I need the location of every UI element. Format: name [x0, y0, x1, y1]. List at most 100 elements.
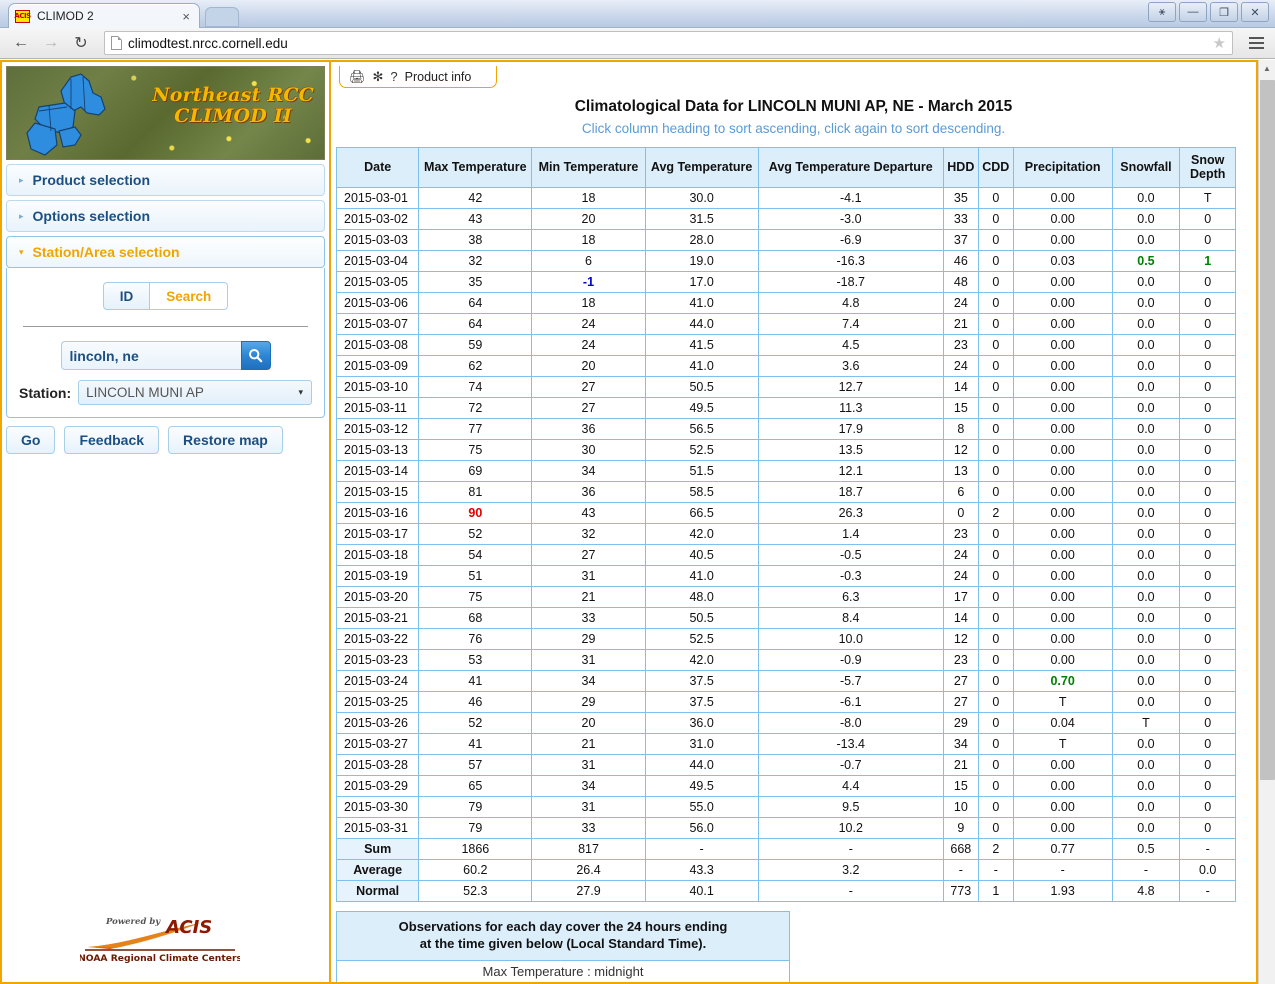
gear-icon[interactable]: ✻ — [373, 70, 384, 83]
table-cell: 49.5 — [645, 397, 758, 418]
table-cell: 0 — [978, 775, 1013, 796]
minimize-icon[interactable]: — — [1179, 2, 1207, 22]
column-header[interactable]: Min Temperature — [532, 148, 645, 188]
column-header[interactable]: Date — [337, 148, 419, 188]
page-title: Climatological Data for LINCOLN MUNI AP,… — [331, 98, 1256, 116]
search-input[interactable] — [61, 341, 241, 370]
summary-cell: 3.2 — [758, 859, 943, 880]
table-cell: 0.0 — [1112, 544, 1180, 565]
account-icon[interactable]: ⚹ — [1148, 2, 1176, 22]
column-header[interactable]: Avg Temperature Departure — [758, 148, 943, 188]
table-cell: 4.4 — [758, 775, 943, 796]
climatological-data-table: DateMax TemperatureMin TemperatureAvg Te… — [336, 147, 1236, 902]
table-cell: 0.5 — [1112, 250, 1180, 271]
table-cell: 0 — [978, 397, 1013, 418]
address-bar[interactable]: climodtest.nrcc.cornell.edu ★ — [104, 31, 1233, 55]
sidebar-item-station-area-selection[interactable]: ▾ Station/Area selection — [6, 236, 325, 268]
close-window-icon[interactable]: ✕ — [1241, 2, 1269, 22]
table-cell: 0 — [1180, 796, 1236, 817]
cell-date: 2015-03-06 — [337, 292, 419, 313]
table-cell: 10.2 — [758, 817, 943, 838]
cell-date: 2015-03-10 — [337, 376, 419, 397]
table-cell: 68 — [419, 607, 532, 628]
back-icon[interactable]: ← — [8, 30, 34, 56]
column-header[interactable]: Snow Depth — [1180, 148, 1236, 188]
table-row: 2015-03-07642444.07.42100.000.00 — [337, 313, 1236, 334]
table-cell: 18 — [532, 187, 645, 208]
table-cell: 27 — [532, 544, 645, 565]
column-header[interactable]: HDD — [943, 148, 978, 188]
table-cell: -6.1 — [758, 691, 943, 712]
table-cell: 23 — [943, 523, 978, 544]
cell-date: 2015-03-11 — [337, 397, 419, 418]
table-cell: 0 — [978, 292, 1013, 313]
scroll-up-icon[interactable]: ▲ — [1259, 60, 1275, 77]
restore-icon[interactable]: ❐ — [1210, 2, 1238, 22]
table-cell: 0.00 — [1013, 628, 1112, 649]
cell-date: 2015-03-30 — [337, 796, 419, 817]
table-cell: 0 — [1180, 208, 1236, 229]
column-header[interactable]: Avg Temperature — [645, 148, 758, 188]
reload-icon[interactable]: ↻ — [68, 30, 94, 56]
help-icon[interactable]: ? — [390, 70, 397, 83]
search-button[interactable] — [241, 341, 271, 370]
table-cell: 0 — [978, 418, 1013, 439]
summary-cell: 0.77 — [1013, 838, 1112, 859]
summary-cell: - — [758, 838, 943, 859]
print-icon[interactable]: 🖨 — [349, 70, 366, 83]
column-header[interactable]: Max Temperature — [419, 148, 532, 188]
tab-search[interactable]: Search — [150, 282, 228, 310]
browser-tab[interactable]: ACIS CLIMOD 2 × — [8, 3, 200, 28]
summary-cell: 43.3 — [645, 859, 758, 880]
table-cell: 0 — [1180, 712, 1236, 733]
cell-date: 2015-03-17 — [337, 523, 419, 544]
scrollbar-thumb[interactable] — [1260, 80, 1275, 780]
close-tab-icon[interactable]: × — [179, 9, 193, 24]
table-cell: 12.1 — [758, 460, 943, 481]
sidebar-item-product-selection[interactable]: ▸ Product selection — [6, 164, 325, 196]
cell-date: 2015-03-04 — [337, 250, 419, 271]
table-cell: 21 — [532, 586, 645, 607]
feedback-button[interactable]: Feedback — [64, 426, 159, 454]
sidebar-item-options-selection[interactable]: ▸ Options selection — [6, 200, 325, 232]
table-cell: 0.00 — [1013, 460, 1112, 481]
table-cell: 0 — [978, 355, 1013, 376]
table-cell: 44.0 — [645, 313, 758, 334]
table-cell: 31.5 — [645, 208, 758, 229]
station-select[interactable]: LINCOLN MUNI AP ▾ — [78, 380, 312, 405]
site-logo: Northeast RCC CLIMOD II — [6, 66, 325, 160]
table-cell: 34 — [532, 460, 645, 481]
column-header[interactable]: Precipitation — [1013, 148, 1112, 188]
summary-cell: - — [1180, 838, 1236, 859]
summary-cell: - — [978, 859, 1013, 880]
restore-map-button[interactable]: Restore map — [168, 426, 283, 454]
browser-menu-icon[interactable] — [1245, 37, 1267, 49]
cell-date: 2015-03-20 — [337, 586, 419, 607]
table-cell: 0 — [1180, 649, 1236, 670]
acis-logo: Powered by ACIS NOAA Regional Climate Ce… — [80, 911, 240, 968]
table-row: 2015-03-10742750.512.71400.000.00 — [337, 376, 1236, 397]
new-tab-button[interactable] — [205, 7, 239, 27]
summary-row: Average60.226.443.33.2----0.0 — [337, 859, 1236, 880]
forward-icon[interactable]: → — [38, 30, 64, 56]
vertical-scrollbar[interactable]: ▲ — [1258, 60, 1275, 984]
table-cell: 0.0 — [1112, 460, 1180, 481]
cell-date: 2015-03-07 — [337, 313, 419, 334]
table-row: 2015-03-08592441.54.52300.000.00 — [337, 334, 1236, 355]
table-cell: 48.0 — [645, 586, 758, 607]
table-cell: 37.5 — [645, 691, 758, 712]
acis-subtitle: NOAA Regional Climate Centers — [80, 953, 240, 963]
product-info-link[interactable]: Product info — [405, 70, 472, 84]
summary-cell: 52.3 — [419, 880, 532, 901]
tab-id[interactable]: ID — [103, 282, 151, 310]
table-cell: 10.0 — [758, 628, 943, 649]
table-cell: 20 — [532, 712, 645, 733]
cell-date: 2015-03-27 — [337, 733, 419, 754]
column-header[interactable]: CDD — [978, 148, 1013, 188]
column-header[interactable]: Snowfall — [1112, 148, 1180, 188]
tab-title: CLIMOD 2 — [37, 9, 179, 23]
table-row: 2015-03-29653449.54.41500.000.00 — [337, 775, 1236, 796]
go-button[interactable]: Go — [6, 426, 55, 454]
bookmark-star-icon[interactable]: ★ — [1213, 34, 1226, 52]
table-cell: 0 — [1180, 355, 1236, 376]
